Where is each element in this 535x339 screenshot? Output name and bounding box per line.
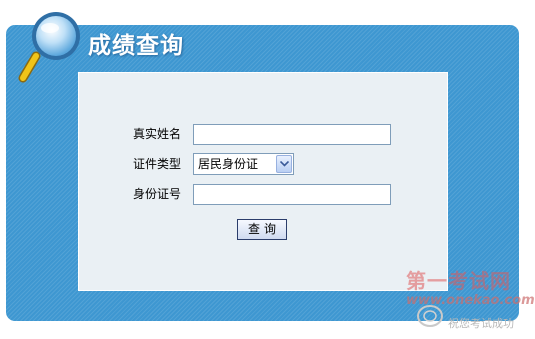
watermark: 第一考试网 www.onekao.com 祝您考试成功	[398, 263, 535, 333]
watermark-title: 第一考试网	[406, 269, 511, 293]
watermark-slogan: 祝您考试成功	[448, 317, 514, 330]
chevron-down-icon	[280, 161, 289, 167]
id-type-select[interactable]: 居民身份证	[193, 153, 294, 175]
id-number-input[interactable]	[193, 184, 391, 205]
form-area	[78, 72, 448, 291]
page-title: 成绩查询	[88, 33, 184, 59]
id-number-label: 身份证号	[132, 187, 181, 201]
id-type-label: 证件类型	[132, 157, 181, 171]
name-input[interactable]	[193, 124, 391, 145]
watermark-logo-icon	[417, 305, 443, 327]
id-type-selected-value: 居民身份证	[198, 157, 259, 171]
query-button[interactable]: 查询	[237, 219, 287, 240]
name-label: 真实姓名	[132, 127, 181, 141]
dropdown-arrow-button[interactable]	[276, 155, 292, 173]
